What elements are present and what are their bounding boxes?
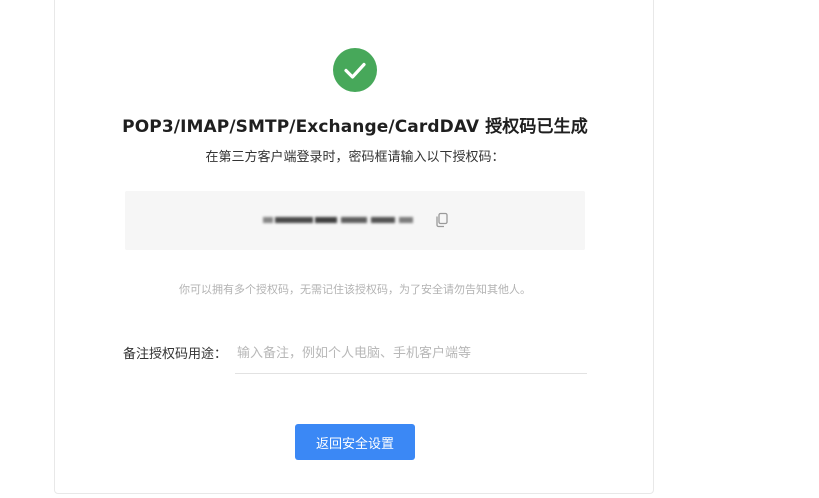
page-title: POP3/IMAP/SMTP/Exchange/CardDAV 授权码已生成 (122, 117, 588, 137)
back-to-security-settings-button[interactable]: 返回安全设置 (295, 424, 415, 460)
note-label: 备注授权码用途： (123, 347, 228, 362)
masked-auth-code[interactable] (261, 214, 417, 226)
auth-code-box (125, 191, 585, 250)
copy-icon[interactable] (435, 212, 449, 228)
page: POP3/IMAP/SMTP/Exchange/CardDAV 授权码已生成 在… (0, 0, 819, 498)
security-hint: 你可以拥有多个授权码，无需记住该授权码，为了安全请勿告知其他人。 (179, 283, 531, 296)
instruction-text: 在第三方客户端登录时，密码框请输入以下授权码： (205, 150, 505, 165)
note-input[interactable] (235, 334, 587, 374)
check-circle-icon (333, 48, 377, 92)
